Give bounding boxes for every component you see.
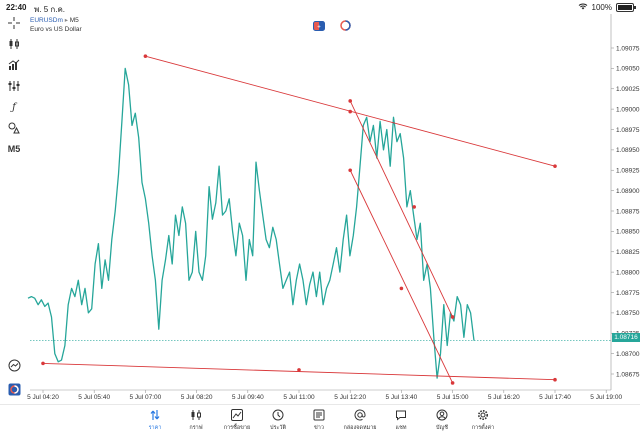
function-icon[interactable]: ƒ xyxy=(6,100,22,114)
x-tick-label: 5 Jul 19:00 xyxy=(590,394,622,401)
y-tick-label: 1.08775 xyxy=(616,290,640,297)
tab-account[interactable]: บัญชี xyxy=(422,409,462,432)
x-tick-label: 5 Jul 12:20 xyxy=(334,394,366,401)
chart-type-candles-icon[interactable] xyxy=(6,37,22,51)
objects-icon[interactable] xyxy=(6,121,22,135)
price-series-line xyxy=(27,67,475,379)
tab-trade[interactable]: การซื้อขาย xyxy=(217,409,257,432)
x-tick-label: 5 Jul 04:20 xyxy=(27,394,59,401)
symbol-description: Euro vs US Dollar xyxy=(30,26,82,33)
tab-mailbox[interactable]: กล่องจดหมาย xyxy=(340,409,380,432)
trade-icon[interactable] xyxy=(6,358,22,372)
account-icon xyxy=(422,409,462,423)
y-tick-label: 1.08925 xyxy=(616,168,640,175)
trade-chart-icon xyxy=(217,409,257,423)
tab-news[interactable]: ข่าว xyxy=(299,409,339,432)
history-icon xyxy=(258,409,298,423)
y-tick-label: 1.08825 xyxy=(616,249,640,256)
left-toolbar: ƒ M5 xyxy=(0,14,28,404)
current-price-tag: 1.08716 xyxy=(612,333,640,342)
trendline-anchor xyxy=(143,54,148,58)
y-tick-label: 1.08950 xyxy=(616,147,640,154)
tab-label: กราฟ xyxy=(189,425,203,431)
tab-label: บัญชี xyxy=(436,425,448,431)
trendline-anchor xyxy=(412,205,417,209)
crosshair-icon[interactable] xyxy=(6,16,22,30)
y-tick-label: 1.08850 xyxy=(616,229,640,236)
y-tick-label: 1.08800 xyxy=(616,269,640,276)
tab-quotes[interactable]: ราคา xyxy=(135,409,175,432)
y-tick-label: 1.08875 xyxy=(616,208,640,215)
trendline-anchor xyxy=(348,99,353,103)
bottom-tab-bar: ราคา กราฟ การซื้อขาย ประวัติ ข่าว กล่องจ… xyxy=(0,404,640,448)
y-tick-label: 1.08750 xyxy=(616,310,640,317)
tab-label: ประวัติ xyxy=(269,425,287,431)
trendline-anchor xyxy=(553,377,557,382)
trendline-anchor xyxy=(450,381,455,385)
trendline-anchor xyxy=(297,368,301,372)
y-tick-label: 1.09000 xyxy=(616,106,640,113)
trendline xyxy=(349,170,454,384)
x-tick-label: 5 Jul 05:40 xyxy=(78,394,110,401)
x-tick-label: 5 Jul 16:20 xyxy=(488,394,520,401)
tab-chat[interactable]: แชท xyxy=(381,409,421,432)
app-logo-icon[interactable] xyxy=(6,382,22,396)
signal-icon[interactable] xyxy=(340,18,351,36)
trendline-anchor xyxy=(399,286,404,291)
tab-history[interactable]: ประวัติ xyxy=(258,409,298,432)
news-icon xyxy=(299,409,339,423)
settings-sliders-icon[interactable] xyxy=(6,79,22,93)
one-click-trading-icon[interactable]: + xyxy=(313,18,325,36)
symbol-name[interactable]: EURUSDm xyxy=(30,17,63,24)
trendline-anchor xyxy=(450,315,455,319)
x-tick-label: 5 Jul 15:00 xyxy=(437,394,469,401)
timeframe-button[interactable]: M5 xyxy=(6,142,22,156)
y-tick-label: 1.08975 xyxy=(616,127,640,134)
x-tick-label: 5 Jul 09:40 xyxy=(232,394,264,401)
price-chart[interactable]: 1.09075 1.09050 1.09025 1.09000 1.08975 1.089… xyxy=(0,0,640,404)
y-tick-label: 1.08700 xyxy=(616,351,640,358)
trendline-anchor xyxy=(553,164,557,168)
trendline-anchor xyxy=(348,109,353,114)
x-tick-label: 5 Jul 08:20 xyxy=(181,394,213,401)
x-tick-label: 5 Jul 11:00 xyxy=(283,394,315,401)
tab-label: แชท xyxy=(395,425,407,431)
chat-icon xyxy=(381,409,421,423)
y-tick-label: 1.08675 xyxy=(616,371,640,378)
symbol-timeframe: M5 xyxy=(69,17,79,24)
tab-label: การตั้งค่า xyxy=(471,425,495,431)
y-tick-label: 1.09025 xyxy=(616,86,640,93)
x-tick-label: 5 Jul 17:40 xyxy=(539,394,571,401)
price-swap-icon xyxy=(135,409,175,423)
tab-settings[interactable]: การตั้งค่า xyxy=(463,409,503,432)
tab-label: การซื้อขาย xyxy=(223,425,251,431)
symbol-info: EURUSDm ▸ M5 Euro vs US Dollar xyxy=(30,17,82,33)
tab-label: ราคา xyxy=(148,425,162,431)
trendline-anchor xyxy=(348,168,353,173)
settings-icon xyxy=(463,409,503,423)
mailbox-icon xyxy=(340,409,380,423)
y-tick-label: 1.09075 xyxy=(616,45,640,52)
candlestick-icon xyxy=(176,409,216,423)
y-tick-label: 1.08900 xyxy=(616,188,640,195)
svg-text:+: + xyxy=(317,25,321,31)
y-tick-label: 1.09050 xyxy=(616,66,640,73)
x-tick-label: 5 Jul 13:40 xyxy=(385,394,417,401)
x-tick-label: 5 Jul 07:00 xyxy=(129,394,161,401)
indicators-icon[interactable] xyxy=(6,58,22,72)
tab-label: ข่าว xyxy=(314,425,324,431)
trendline-anchor xyxy=(41,361,45,366)
tab-chart[interactable]: กราฟ xyxy=(176,409,216,432)
tab-label: กล่องจดหมาย xyxy=(343,425,377,431)
trendline xyxy=(349,100,454,318)
